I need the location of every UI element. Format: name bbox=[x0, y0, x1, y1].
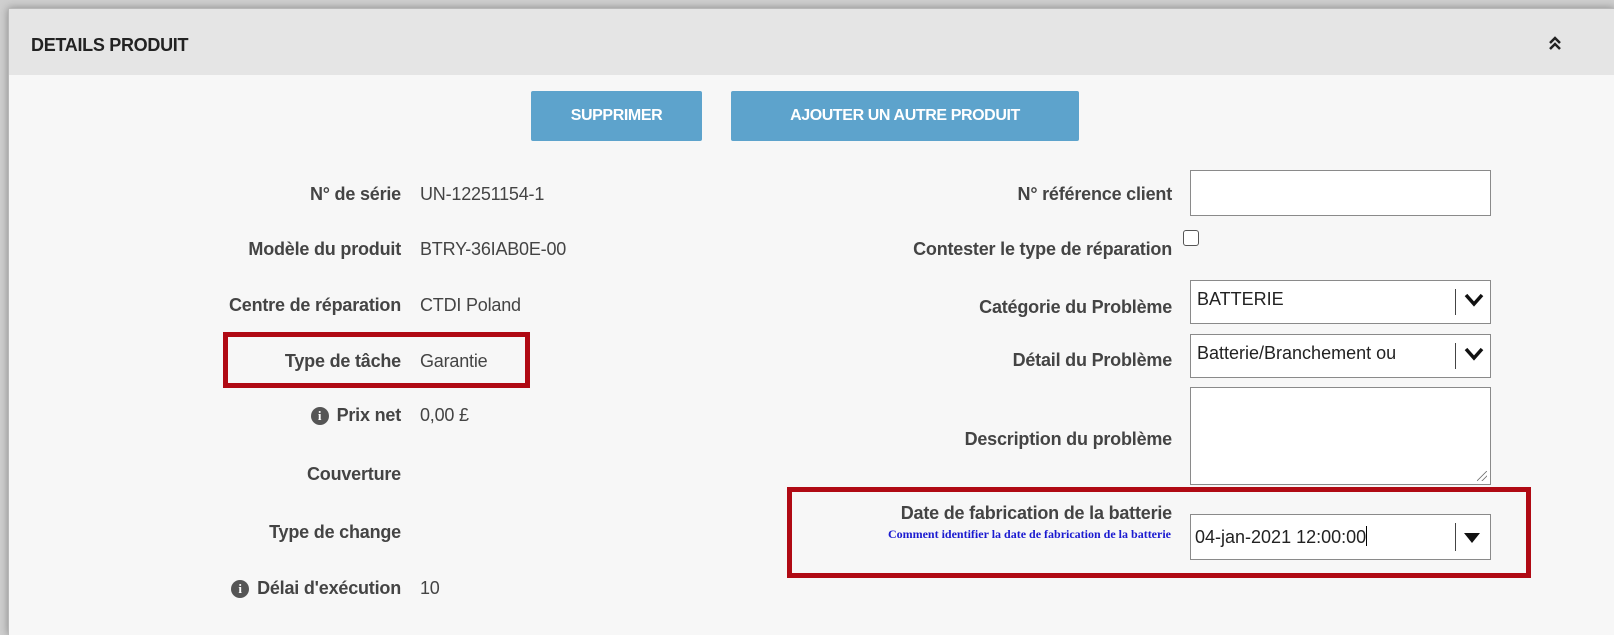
info-icon[interactable]: i bbox=[231, 580, 250, 598]
problem-category-value: BATTERIE bbox=[1197, 289, 1284, 309]
model-label: Modèle du produit bbox=[248, 239, 401, 259]
panel-header[interactable]: DETAILS PRODUIT ⌃ bbox=[9, 9, 1614, 75]
chevron-down-icon[interactable] bbox=[1464, 292, 1484, 308]
problem-description-textarea[interactable] bbox=[1190, 387, 1491, 485]
info-icon[interactable]: i bbox=[310, 407, 329, 425]
repair-center-value: CTDI Poland bbox=[420, 295, 521, 315]
contest-repair-label: Contester le type de réparation bbox=[913, 239, 1172, 259]
problem-category-label: Catégorie du Problème bbox=[979, 297, 1172, 317]
coverage-label: Couverture bbox=[306, 464, 401, 484]
client-ref-input[interactable] bbox=[1190, 170, 1491, 216]
client-ref-label: N° référence client bbox=[1017, 184, 1173, 204]
problem-detail-select[interactable]: Batterie/Branchement ou bbox=[1190, 334, 1491, 378]
add-product-button[interactable]: AJOUTER UN AUTRE PRODUIT bbox=[731, 91, 1079, 141]
lead-time-label: Délai d'exécution bbox=[257, 578, 401, 598]
problem-detail-label: Détail du Problème bbox=[1012, 350, 1173, 370]
task-type-highlight bbox=[223, 332, 530, 388]
lead-time-value: 10 bbox=[420, 578, 440, 598]
delete-button[interactable]: SUPPRIMER bbox=[531, 91, 702, 141]
net-price-label: Prix net bbox=[336, 405, 402, 425]
panel-title: DETAILS PRODUIT bbox=[31, 35, 189, 55]
net-price-value: 0,00 £ bbox=[420, 405, 469, 425]
collapse-chevrons-icon[interactable] bbox=[1548, 36, 1562, 50]
serial-value: UN-12251154-1 bbox=[420, 184, 545, 204]
resize-handle-icon[interactable] bbox=[1477, 471, 1487, 481]
select-separator bbox=[1455, 289, 1456, 315]
problem-description-label: Description du problème bbox=[964, 429, 1173, 449]
net-price-label-row: i Prix net bbox=[310, 405, 402, 426]
contest-repair-checkbox[interactable] bbox=[1183, 230, 1199, 246]
exchange-type-label: Type de change bbox=[269, 522, 401, 542]
model-value: BTRY-36IAB0E-00 bbox=[420, 239, 567, 259]
serial-label: N° de série bbox=[309, 184, 401, 204]
chevron-down-icon[interactable] bbox=[1464, 346, 1484, 362]
battery-date-highlight bbox=[787, 487, 1531, 578]
select-separator bbox=[1455, 343, 1456, 369]
lead-time-label-row: i Délai d'exécution bbox=[231, 578, 401, 599]
problem-category-select[interactable]: BATTERIE bbox=[1190, 280, 1491, 324]
problem-detail-value: Batterie/Branchement ou bbox=[1197, 343, 1397, 363]
repair-center-label: Centre de réparation bbox=[228, 295, 401, 315]
